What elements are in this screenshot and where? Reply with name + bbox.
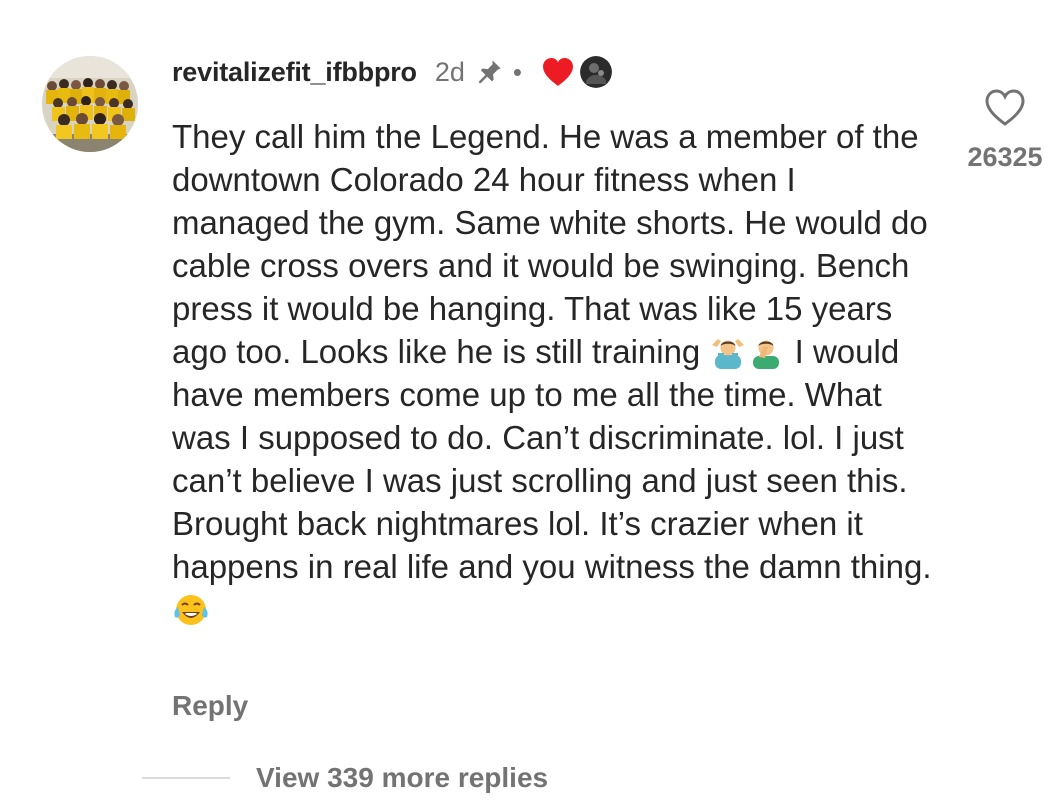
- heart-outline-icon[interactable]: [984, 88, 1026, 128]
- user-avatar[interactable]: [42, 56, 138, 152]
- like-area: 26325: [960, 88, 1050, 173]
- comment-text-part2: I would have members come up to me all t…: [172, 333, 932, 585]
- heart-red-icon: [542, 57, 574, 87]
- view-replies-row: View 339 more replies: [142, 762, 548, 794]
- comment-item: revitalizefit_ifbbpro 2d • They call him…: [0, 0, 1057, 811]
- tears-of-joy-emoji: [172, 593, 210, 627]
- view-more-replies-button[interactable]: View 339 more replies: [256, 762, 548, 794]
- username-link[interactable]: revitalizefit_ifbbpro: [172, 57, 417, 88]
- comment-timestamp: 2d: [434, 56, 465, 87]
- reply-button[interactable]: Reply: [172, 690, 248, 722]
- replies-divider: [142, 777, 230, 779]
- comment-header: revitalizefit_ifbbpro 2d •: [172, 52, 612, 92]
- pin-icon: [475, 58, 503, 86]
- man-facepalming-emoji: [747, 335, 785, 369]
- like-count: 26325: [967, 142, 1043, 172]
- separator-dot: •: [512, 57, 522, 87]
- comment-text: They call him the Legend. He was a membe…: [172, 115, 942, 631]
- avatar-image: [42, 56, 138, 152]
- author-avatar-icon: [580, 56, 612, 88]
- man-shrugging-emoji: [709, 335, 747, 369]
